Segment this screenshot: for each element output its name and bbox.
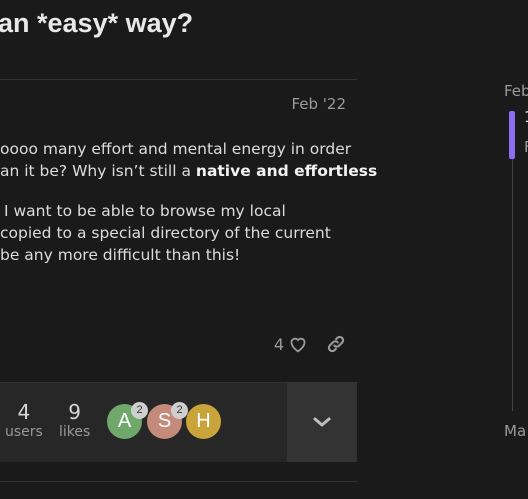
post-count-badge: 2 — [131, 402, 148, 419]
avatar[interactable]: H — [186, 404, 221, 439]
post-text-line: an it be? Why isn’t still a native and e… — [0, 160, 377, 182]
post-actions: 4 — [274, 334, 346, 354]
post-text-segment: an it be? Why isn’t still a — [0, 162, 196, 180]
likes-count: 9 — [68, 400, 82, 424]
topic-title: an *easy* way? — [0, 8, 194, 38]
timeline-current-date: F — [524, 138, 528, 156]
post-count-badge: 2 — [171, 402, 188, 419]
avatar[interactable]: S 2 — [147, 402, 188, 439]
post-text-line: I want to be able to browse my local — [4, 202, 286, 220]
divider — [0, 481, 357, 482]
timeline-end-date[interactable]: Ma — [504, 422, 526, 440]
heart-icon — [288, 335, 308, 353]
avatar-letter: S — [157, 410, 172, 432]
avatar-letter: A — [117, 410, 132, 432]
post-text-line: copied to a special directory of the cur… — [0, 224, 331, 242]
chevron-down-icon — [312, 413, 332, 432]
post-text-bold: native and effortless — [195, 162, 378, 180]
likes-stat: 9 likes — [59, 401, 90, 441]
timeline-handle[interactable] — [509, 111, 515, 159]
avatar[interactable]: A 2 — [107, 402, 148, 439]
post-body: oooo many effort and mental energy in or… — [0, 138, 377, 266]
topic-map: 4 users 9 likes A 2 S 2 H — [0, 382, 357, 462]
avatar-letter: H — [196, 410, 211, 432]
divider — [0, 79, 357, 80]
users-count: 4 — [17, 400, 31, 424]
post-date[interactable]: Feb '22 — [291, 95, 346, 113]
likes-label: likes — [59, 424, 91, 440]
like-count: 4 — [273, 334, 284, 354]
users-label: users — [5, 424, 43, 440]
timeline-start-date[interactable]: Feb — [504, 82, 528, 100]
post-text-line: oooo many effort and mental energy in or… — [0, 140, 352, 158]
expand-topic-map-button[interactable] — [287, 383, 357, 462]
timeline-current-post: 1 — [524, 108, 528, 126]
post-text-line: be any more difficult than this! — [0, 246, 241, 264]
users-stat: 4 users — [5, 401, 43, 441]
like-button[interactable]: 4 — [274, 335, 308, 354]
link-icon[interactable] — [326, 334, 346, 354]
